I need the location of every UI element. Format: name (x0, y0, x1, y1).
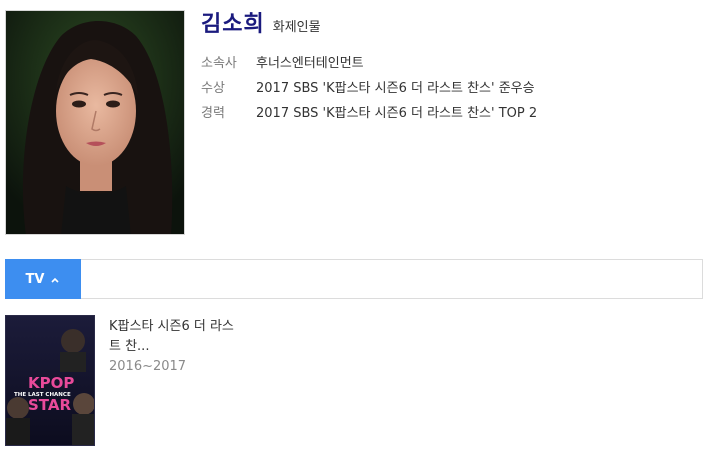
info-value: 2017 SBS 'K팝스타 시즌6 더 라스트 찬스' TOP 2 (256, 106, 538, 121)
show-years: 2016~2017 (109, 359, 187, 374)
info-value: 후너스엔터테인먼트 (256, 56, 364, 71)
info-list: 소속사 후너스엔터테인먼트 수상 2017 SBS 'K팝스타 시즌6 더 라스… (201, 49, 537, 124)
info-value: 2017 SBS 'K팝스타 시즌6 더 라스트 찬스' 준우승 (256, 81, 535, 96)
poster-star-text: STAR (28, 396, 71, 414)
tab-tv-label: TV (25, 271, 45, 287)
name-row: 김소희 화제인물 (201, 6, 321, 38)
filmography-tab-bar: TV (5, 259, 703, 299)
poster-kpop-text: KPOP (28, 374, 74, 392)
show-item[interactable]: KPOP THE LAST CHANCE STAR K팝스타 시즌6 더 라스트… (5, 315, 325, 447)
tab-tv[interactable]: TV (5, 259, 81, 299)
info-row-career: 경력 2017 SBS 'K팝스타 시즌6 더 라스트 찬스' TOP 2 (201, 99, 537, 124)
info-label: 수상 (201, 81, 225, 96)
show-title[interactable]: K팝스타 시즌6 더 라스트 찬... (109, 317, 239, 357)
profile-photo[interactable] (5, 10, 185, 235)
info-label: 경력 (201, 106, 225, 121)
chevron-up-icon (50, 274, 60, 284)
person-name[interactable]: 김소희 (201, 6, 265, 38)
info-row-agency: 소속사 후너스엔터테인먼트 (201, 49, 537, 74)
info-label: 소속사 (201, 56, 237, 71)
info-row-award: 수상 2017 SBS 'K팝스타 시즌6 더 라스트 찬스' 준우승 (201, 74, 537, 99)
person-tag: 화제인물 (272, 20, 321, 35)
show-poster[interactable]: KPOP THE LAST CHANCE STAR (5, 315, 95, 446)
